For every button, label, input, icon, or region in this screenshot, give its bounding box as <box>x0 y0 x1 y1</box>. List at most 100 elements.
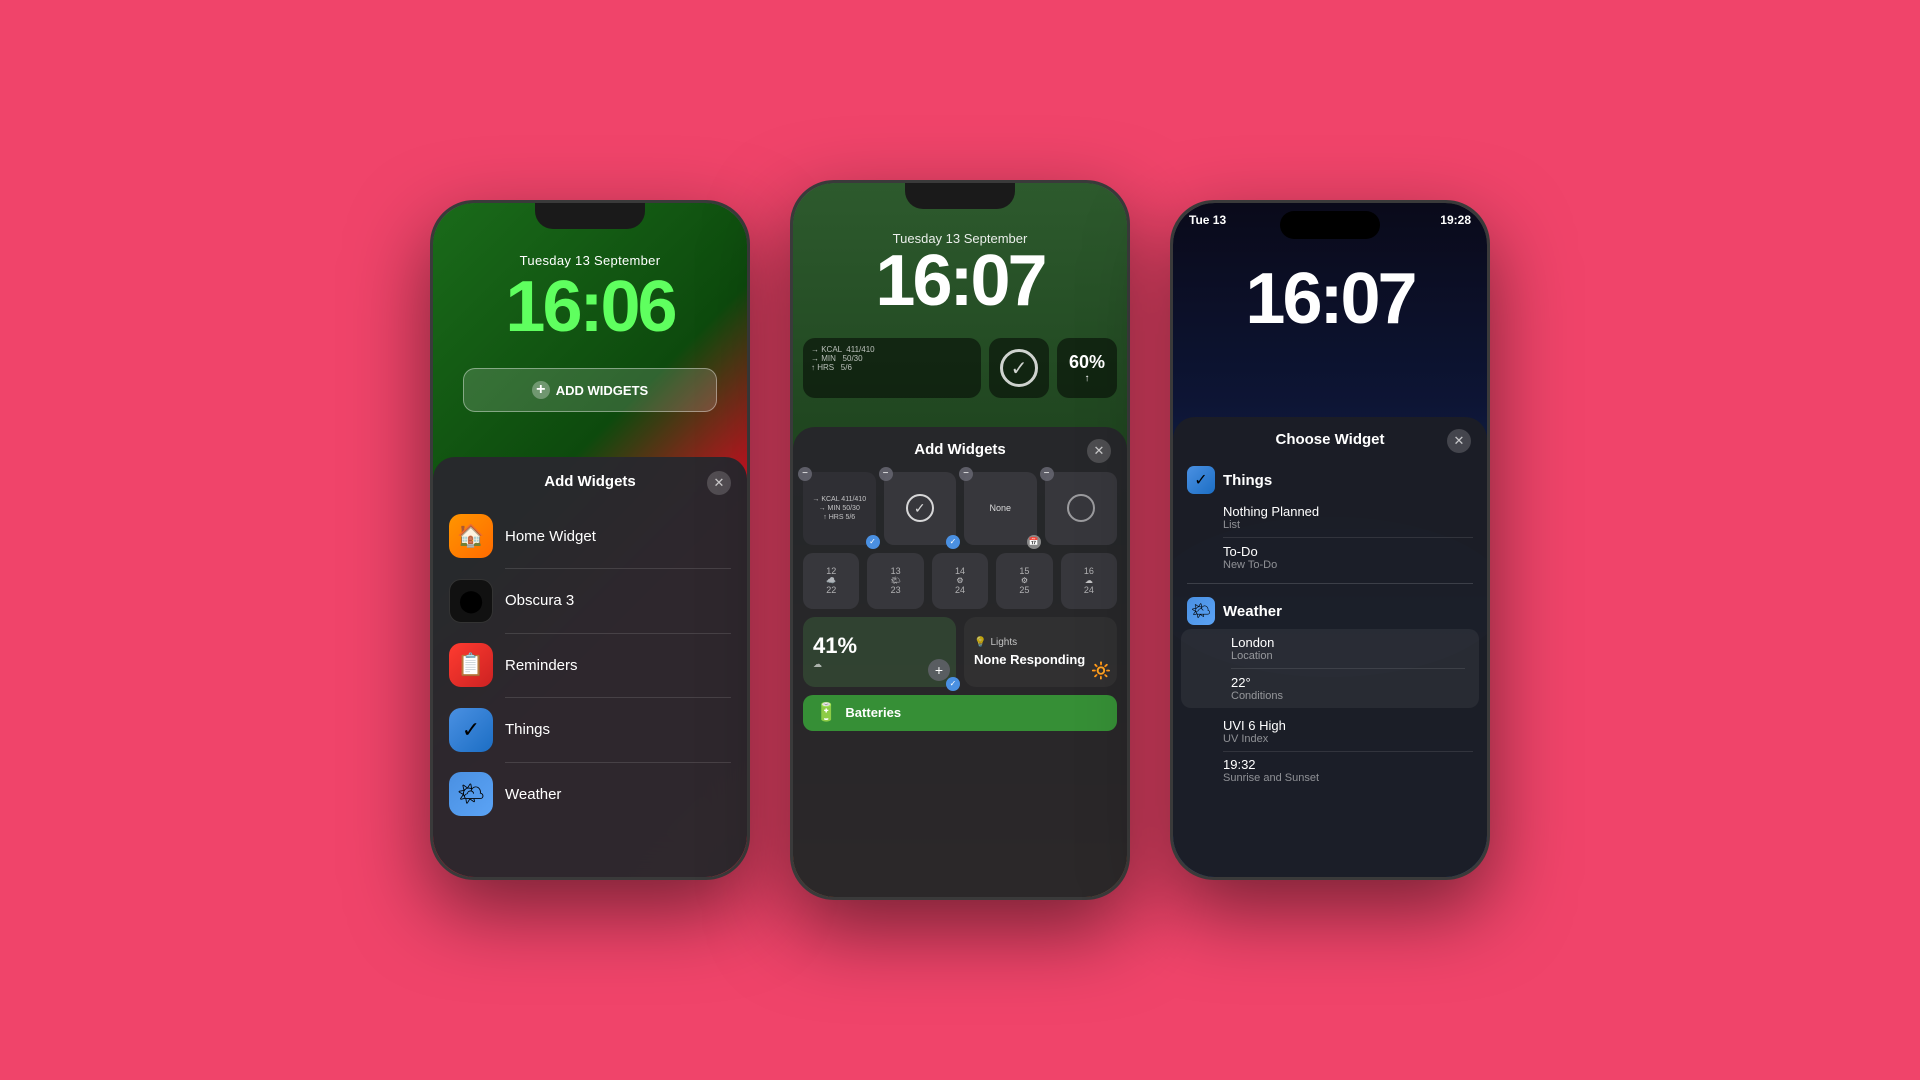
plus-icon: + <box>532 381 550 399</box>
panel-title-2: Add Widgets <box>914 441 1006 458</box>
grid-cal-26[interactable]: 16 ☁ 24 <box>1061 553 1117 609</box>
things-icon: ✓ <box>449 708 493 752</box>
arrow-icon: ↑ <box>1085 373 1090 384</box>
add-widgets-label: ADD WIDGETS <box>556 383 648 398</box>
lights-status: None Responding <box>974 652 1107 667</box>
panel-header-2: Add Widgets ✕ <box>793 441 1127 458</box>
close-button-3[interactable]: ✕ <box>1447 429 1471 453</box>
things-section-label: Things <box>1223 472 1272 489</box>
sunrise-desc: Sunrise and Sunset <box>1223 772 1473 784</box>
phone2-time: 16:07 <box>793 245 1127 317</box>
obscura-icon: ⬤ <box>449 579 493 623</box>
widget-grid-1: − → KCAL 411/410→ MIN 50/30↑ HRS 5/6 ✓ −… <box>793 472 1127 545</box>
check-badge-3: ✓ <box>946 677 960 691</box>
grid-check-widget[interactable]: − ✓ ✓ <box>884 472 957 545</box>
check-widget: ✓ <box>989 338 1049 398</box>
batteries-bar[interactable]: 🔋 Batteries <box>803 695 1117 731</box>
weather-section-label: Weather <box>1223 603 1282 620</box>
activity-widget: → KCAL 411/410 → MIN 50/30 ↑ HRS 5/6 <box>803 338 981 398</box>
weather-uvi[interactable]: UVI 6 High UV Index <box>1173 712 1487 751</box>
panel-header: Add Widgets ✕ <box>433 473 747 490</box>
close-button-2[interactable]: ✕ <box>1087 439 1111 463</box>
minus-badge-3: − <box>959 467 973 481</box>
percent-grid-widget[interactable]: 41% ☁ + ✓ <box>803 617 956 687</box>
batteries-label: Batteries <box>845 705 901 720</box>
phone3-time: 16:07 <box>1173 263 1487 335</box>
app-name-reminders: Reminders <box>505 657 578 674</box>
phone-1: Tuesday 13 September 16:06 + ADD WIDGETS… <box>430 200 750 880</box>
grid-cal-25[interactable]: 15 ⚙ 25 <box>996 553 1052 609</box>
dynamic-island <box>1280 211 1380 239</box>
list-item[interactable]: 📋 Reminders <box>433 633 747 697</box>
notch-2 <box>905 183 1015 209</box>
calendar-badge: 📅 <box>1027 535 1041 549</box>
weather-london[interactable]: London Location <box>1181 629 1479 668</box>
lights-widget[interactable]: 💡 Lights None Responding 🔆 <box>964 617 1117 687</box>
things-nothing-planned[interactable]: Nothing Planned List <box>1173 498 1487 537</box>
list-item[interactable]: 🌤 Weather <box>433 762 747 826</box>
lights-label: 💡 Lights <box>974 637 1107 648</box>
phone1-time: 16:06 <box>433 271 747 343</box>
grid-cal-24[interactable]: 14 ⚙ 24 <box>932 553 988 609</box>
home-widget-icon: 🏠 <box>449 514 493 558</box>
percent2-value: 41% <box>813 633 946 659</box>
london-desc: Location <box>1231 650 1465 662</box>
app-name-home-widget: Home Widget <box>505 528 596 545</box>
batteries-icon: 🔋 <box>815 702 837 723</box>
nothing-planned-label: Nothing Planned <box>1223 504 1473 519</box>
things-section-header: ✓ Things <box>1173 458 1487 498</box>
phone1-date: Tuesday 13 September <box>433 253 747 268</box>
conditions-label: 22° <box>1231 675 1465 690</box>
list-item[interactable]: ✓ Things <box>433 698 747 762</box>
choose-widget-panel: Choose Widget ✕ ✓ Things Nothing Planned… <box>1173 417 1487 877</box>
choose-panel-title: Choose Widget <box>1275 431 1384 448</box>
london-label: London <box>1231 635 1465 650</box>
widget-grid-2: 12 ☁️ 22 13 🌤 23 14 ⚙ 24 15 ⚙ 25 <box>793 553 1127 609</box>
nothing-planned-desc: List <box>1223 519 1473 531</box>
status-time: 19:28 <box>1440 213 1471 227</box>
light-icon: 🔆 <box>1091 661 1111 681</box>
reminders-icon: 📋 <box>449 643 493 687</box>
grid-gauge-widget[interactable]: − <box>1045 472 1118 545</box>
app-name-weather: Weather <box>505 786 561 803</box>
grid-cal-23[interactable]: 13 🌤 23 <box>867 553 923 609</box>
uvi-label: UVI 6 High <box>1223 718 1473 733</box>
add-widgets-panel: Add Widgets ✕ 🏠 Home Widget ⬤ Obscura 3 … <box>433 457 747 877</box>
phone-3: Tue 13 ⛅ 19:28 16:07 Choose Widget ✕ ✓ T… <box>1170 200 1490 880</box>
app-name-things: Things <box>505 721 550 738</box>
sunrise-label: 19:32 <box>1223 757 1473 772</box>
uvi-desc: UV Index <box>1223 733 1473 745</box>
list-item[interactable]: 🏠 Home Widget <box>433 504 747 568</box>
add-widgets-panel-2: Add Widgets ✕ − → KCAL 411/410→ MIN 50/3… <box>793 427 1127 897</box>
weather-sunrise[interactable]: 19:32 Sunrise and Sunset <box>1173 751 1487 790</box>
percent-value: 60% <box>1069 352 1105 373</box>
add-widgets-button[interactable]: + ADD WIDGETS <box>463 368 717 412</box>
notch-1 <box>535 203 645 229</box>
panel-title: Add Widgets <box>544 473 636 490</box>
weather-section-icon: 🌤 <box>1187 597 1215 625</box>
grid-activity-widget[interactable]: − → KCAL 411/410→ MIN 50/30↑ HRS 5/6 ✓ <box>803 472 876 545</box>
phone2-widgets-row: → KCAL 411/410 → MIN 50/30 ↑ HRS 5/6 ✓ 6… <box>803 338 1117 398</box>
todo-desc: New To-Do <box>1223 559 1473 571</box>
minus-badge-2: − <box>879 467 893 481</box>
weather-selected-group: London Location 22° Conditions <box>1181 629 1479 708</box>
choose-panel-header: Choose Widget ✕ <box>1173 431 1487 448</box>
grid-circle-widget[interactable]: − None 📅 <box>964 472 1037 545</box>
todo-label: To-Do <box>1223 544 1473 559</box>
check-badge-2: ✓ <box>946 535 960 549</box>
check-badge: ✓ <box>866 535 880 549</box>
checkmark-icon: ✓ <box>1000 349 1038 387</box>
weather-conditions[interactable]: 22° Conditions <box>1181 669 1479 708</box>
things-todo[interactable]: To-Do New To-Do <box>1173 538 1487 577</box>
minus-badge-4: − <box>1040 467 1054 481</box>
plus-add-icon[interactable]: + <box>928 659 950 681</box>
app-name-obscura: Obscura 3 <box>505 592 574 609</box>
close-button[interactable]: ✕ <box>707 471 731 495</box>
grid-cal-22[interactable]: 12 ☁️ 22 <box>803 553 859 609</box>
weather-section-header: 🌤 Weather <box>1173 589 1487 629</box>
status-date: Tue 13 <box>1189 213 1226 227</box>
minus-badge: − <box>798 467 812 481</box>
list-item[interactable]: ⬤ Obscura 3 <box>433 569 747 633</box>
phone-2: Tuesday 13 September 16:07 → KCAL 411/41… <box>790 180 1130 900</box>
conditions-desc: Conditions <box>1231 690 1465 702</box>
